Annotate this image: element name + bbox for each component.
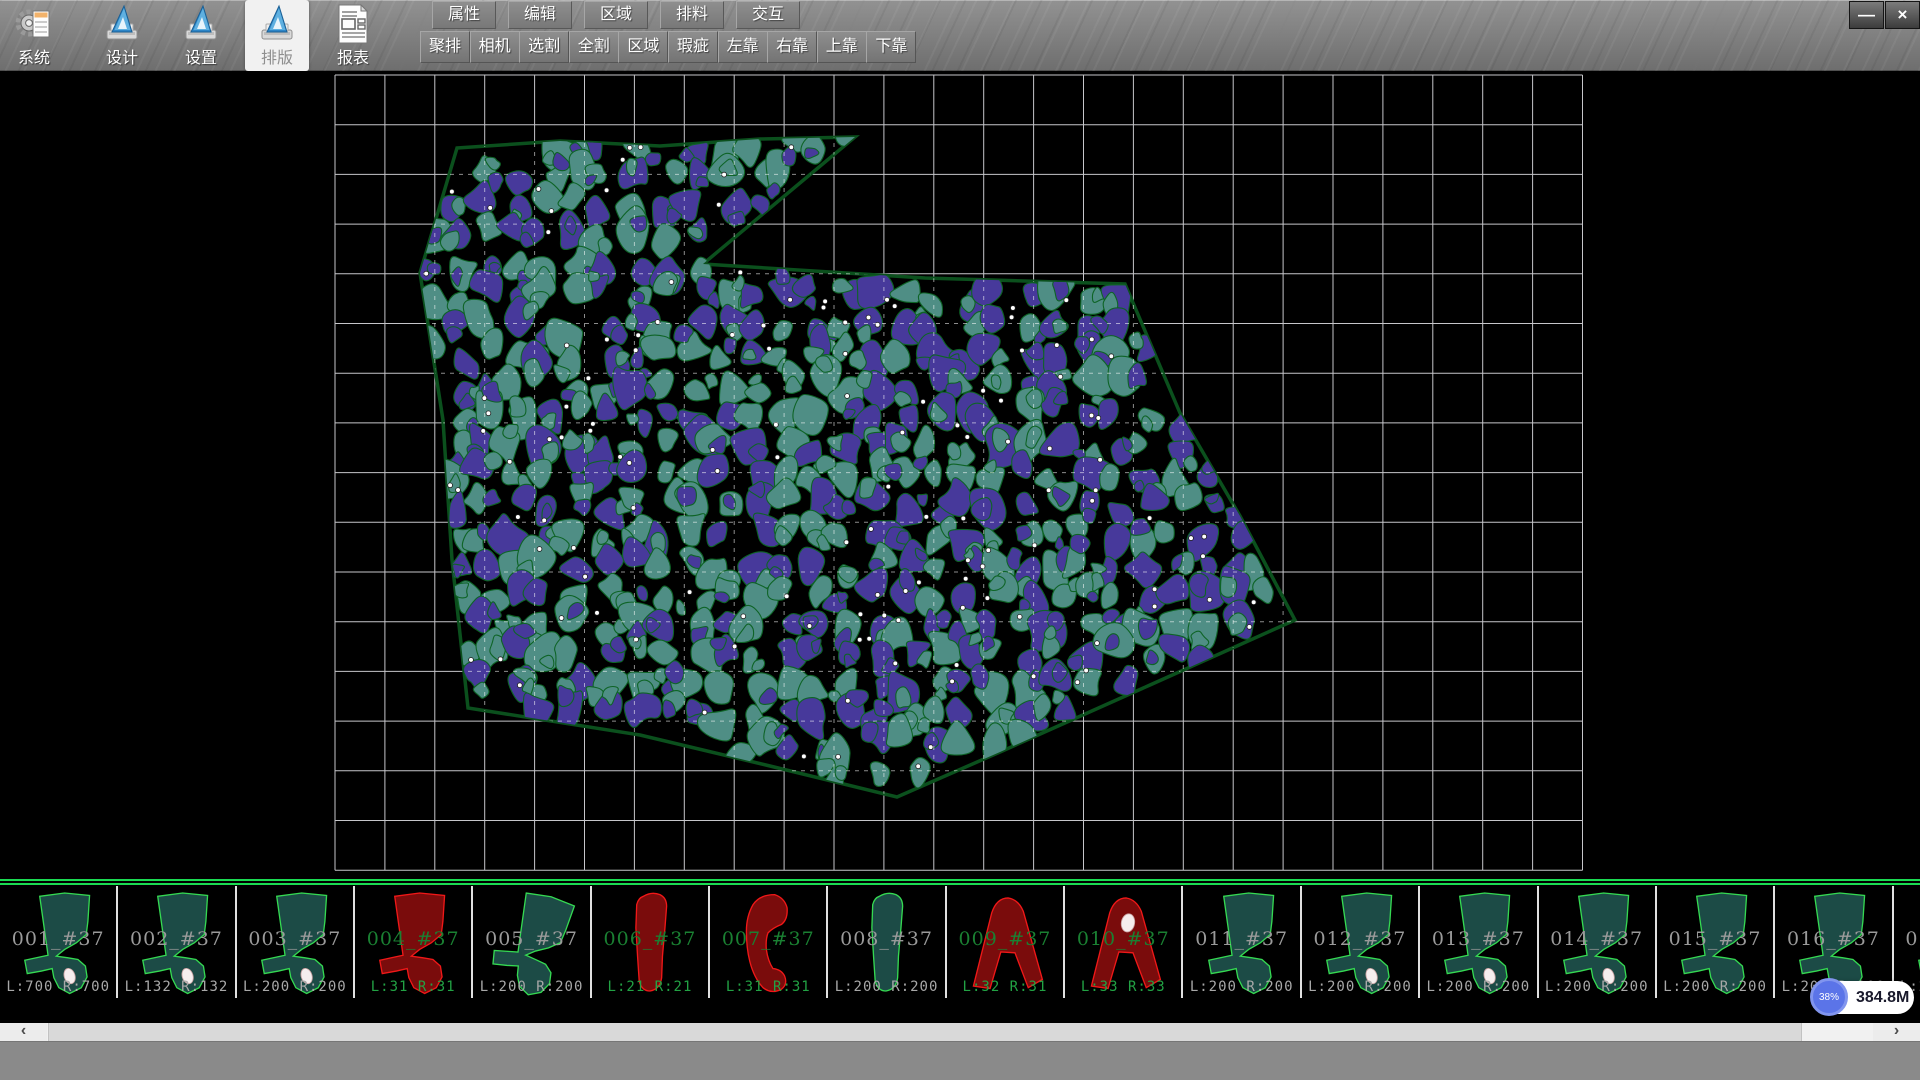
piece-id-label: 009_#37: [947, 928, 1063, 950]
tool-button-snap-right[interactable]: 右靠: [767, 31, 817, 63]
app-tab-system[interactable]: 系统: [2, 0, 66, 71]
piece-id-label: 016_#37: [1775, 928, 1891, 950]
piece-lr-label: L:200 R:200: [828, 979, 944, 995]
piece-lr-label: L:200 R:200: [237, 979, 353, 995]
piece-thumbnail-002_#37[interactable]: 002_#37 L:132 R:132: [118, 886, 236, 998]
piece-id-label: 002_#37: [118, 928, 234, 950]
piece-thumbnail-006_#37[interactable]: 006_#37 L:21 R:21: [592, 886, 710, 998]
app-tab-report[interactable]: 报表: [321, 0, 385, 71]
triangle-ruler-icon: [256, 3, 298, 45]
scroll-right-button[interactable]: ›: [1873, 1023, 1920, 1041]
piece-lr-label: L:31 R:31: [710, 979, 826, 995]
piece-id-label: 011_#37: [1184, 928, 1300, 950]
piece-id-label: 001_#37: [0, 928, 116, 950]
horizontal-scrollbar[interactable]: ‹ ›: [0, 1023, 1920, 1041]
tool-button-cut-all[interactable]: 全割: [569, 31, 619, 63]
piece-lr-label: L:33 R:33: [1065, 979, 1181, 995]
piece-id-label: 005_#37: [473, 928, 589, 950]
piece-lr-label: L:200 R:200: [1539, 979, 1655, 995]
scroll-left-button[interactable]: ‹: [0, 1023, 47, 1041]
menu-tab-edit[interactable]: 编辑: [508, 1, 572, 29]
app-tab-label: 系统: [2, 44, 66, 68]
report-doc-icon: [332, 3, 374, 45]
app-tab-design[interactable]: 设计: [90, 0, 154, 71]
piece-lr-label: L:31 R:31: [355, 979, 471, 995]
strip-border-line: [0, 883, 1920, 885]
app-window: 系统设计设置排版报表 属性编辑区域排料交互 聚排相机选割全割区域瑕疵左靠右靠上靠…: [0, 0, 1920, 1080]
triangle-ruler-icon: [180, 3, 222, 45]
app-tab-label: 报表: [321, 44, 385, 68]
nesting-canvas[interactable]: [0, 71, 1920, 879]
piece-thumbnail-007_#37[interactable]: 007_#37 L:31 R:31: [710, 886, 828, 998]
piece-lr-label: L:200 R:200: [1657, 979, 1773, 995]
piece-lr-label: L:32 R:31: [947, 979, 1063, 995]
menu-tab-properties[interactable]: 属性: [432, 1, 496, 29]
top-toolbar: 系统设计设置排版报表 属性编辑区域排料交互 聚排相机选割全割区域瑕疵左靠右靠上靠…: [0, 0, 1920, 71]
menu-tab-region[interactable]: 区域: [584, 1, 648, 29]
piece-thumbnail-001_#37[interactable]: 001_#37 L:700 R:700: [0, 886, 118, 998]
piece-id-label: 006_#37: [592, 928, 708, 950]
piece-thumbnail-013_#37[interactable]: 013_#37 L:200 R:200: [1420, 886, 1538, 998]
app-tab-settings[interactable]: 设置: [169, 0, 233, 71]
piece-id-label: 013_#37: [1420, 928, 1536, 950]
tool-button-snap-top[interactable]: 上靠: [817, 31, 867, 63]
memory-usage-badge: 38% 384.8M: [1812, 981, 1914, 1014]
tool-button-region[interactable]: 区域: [618, 31, 668, 63]
piece-id-label: 014_#37: [1539, 928, 1655, 950]
tool-button-select-cut[interactable]: 选割: [519, 31, 569, 63]
close-button[interactable]: ×: [1885, 1, 1920, 29]
piece-id-label: 008_#37: [828, 928, 944, 950]
piece-lr-label: L:200 R:200: [1184, 979, 1300, 995]
memory-amount-label: 384.8M: [1856, 981, 1909, 1014]
app-tab-label: 设置: [169, 44, 233, 68]
tool-button-snap-left[interactable]: 左靠: [718, 31, 768, 63]
tool-button-cluster-nest[interactable]: 聚排: [420, 31, 470, 63]
piece-thumbnail-014_#37[interactable]: 014_#37 L:200 R:200: [1539, 886, 1657, 998]
piece-id-label: 010_#37: [1065, 928, 1181, 950]
piece-lr-label: L:200 R:200: [473, 979, 589, 995]
piece-id-label: 003_#37: [237, 928, 353, 950]
tool-button-defect[interactable]: 瑕疵: [668, 31, 718, 63]
piece-id-label: 012_#37: [1302, 928, 1418, 950]
status-bar: [0, 1041, 1920, 1080]
app-tab-label: 设计: [90, 44, 154, 68]
piece-id-label: 007_#37: [710, 928, 826, 950]
piece-id-label: 004_#37: [355, 928, 471, 950]
piece-lr-label: L:700 R:700: [0, 979, 116, 995]
app-tab-label: 排版: [245, 44, 309, 68]
piece-thumbnail-012_#37[interactable]: 012_#37 L:200 R:200: [1302, 886, 1420, 998]
piece-lr-label: L:200 R:200: [1302, 979, 1418, 995]
piece-id-label: 015_#37: [1657, 928, 1773, 950]
gear-doc-icon: [13, 3, 55, 45]
strip-border-line: [0, 879, 1920, 881]
piece-thumbnail-005_#37[interactable]: 005_#37 L:200 R:200: [473, 886, 591, 998]
piece-id-label: 017_#37: [1894, 928, 1920, 950]
tool-button-snap-bottom[interactable]: 下靠: [866, 31, 916, 63]
menu-tab-nest-material[interactable]: 排料: [660, 1, 724, 29]
piece-thumbnail-004_#37[interactable]: 004_#37 L:31 R:31: [355, 886, 473, 998]
piece-thumbnail-strip: 001_#37L:700 R:700002_#37L:132 R:132003_…: [0, 879, 1920, 1005]
window-controls: — ×: [1848, 1, 1920, 29]
piece-lr-label: L:132 R:132: [118, 979, 234, 995]
tool-button-camera[interactable]: 相机: [470, 31, 520, 63]
piece-thumbnail-015_#37[interactable]: 015_#37 L:200 R:200: [1657, 886, 1775, 998]
piece-lr-label: L:21 R:21: [592, 979, 708, 995]
memory-percent-circle: 38%: [1810, 978, 1848, 1016]
piece-thumbnail-008_#37[interactable]: 008_#37 L:200 R:200: [828, 886, 946, 998]
piece-thumbnail-009_#37[interactable]: 009_#37 L:32 R:31: [947, 886, 1065, 998]
piece-lr-label: L:200 R:200: [1420, 979, 1536, 995]
piece-thumbnail-011_#37[interactable]: 011_#37 L:200 R:200: [1184, 886, 1302, 998]
scrollbar-thumb[interactable]: [48, 1023, 1802, 1041]
piece-thumbnail-003_#37[interactable]: 003_#37 L:200 R:200: [237, 886, 355, 998]
triangle-ruler-icon: [101, 3, 143, 45]
piece-thumbnail-010_#37[interactable]: 010_#37 L:33 R:33: [1065, 886, 1183, 998]
menu-tab-interact[interactable]: 交互: [736, 1, 800, 29]
minimize-button[interactable]: —: [1849, 1, 1884, 29]
app-tab-nesting[interactable]: 排版: [245, 0, 309, 71]
